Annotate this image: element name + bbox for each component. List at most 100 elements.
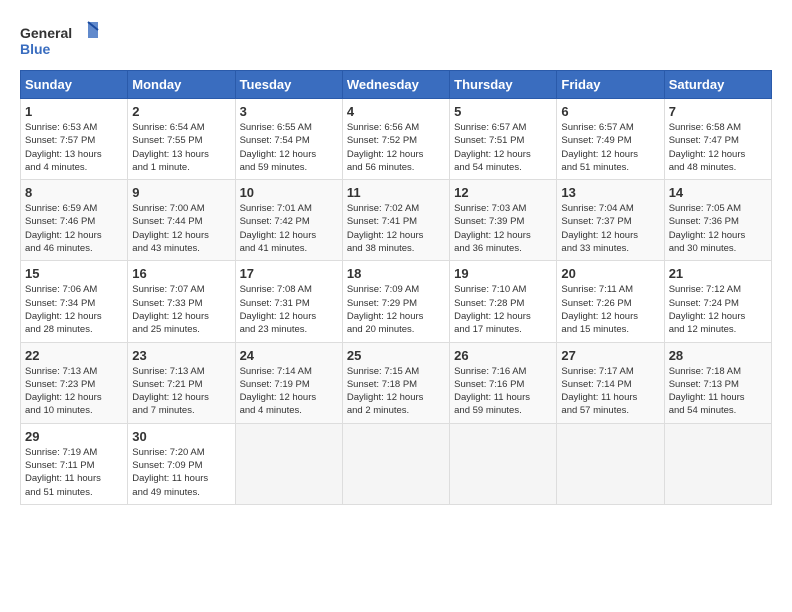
day-info: Sunrise: 7:15 AM Sunset: 7:18 PM Dayligh…: [347, 365, 445, 418]
day-number: 4: [347, 104, 445, 119]
day-info: Sunrise: 6:59 AM Sunset: 7:46 PM Dayligh…: [25, 202, 123, 255]
calendar-cell: 30 Sunrise: 7:20 AM Sunset: 7:09 PM Dayli…: [128, 423, 235, 504]
day-info: Sunrise: 6:55 AM Sunset: 7:54 PM Dayligh…: [240, 121, 338, 174]
day-info: Sunrise: 7:17 AM Sunset: 7:14 PM Dayligh…: [561, 365, 659, 418]
day-info: Sunrise: 7:10 AM Sunset: 7:28 PM Dayligh…: [454, 283, 552, 336]
day-info: Sunrise: 7:19 AM Sunset: 7:11 PM Dayligh…: [25, 446, 123, 499]
calendar-cell: 8 Sunrise: 6:59 AM Sunset: 7:46 PM Daylig…: [21, 180, 128, 261]
calendar-cell: [235, 423, 342, 504]
day-number: 14: [669, 185, 767, 200]
day-number: 3: [240, 104, 338, 119]
calendar-cell: 25 Sunrise: 7:15 AM Sunset: 7:18 PM Dayli…: [342, 342, 449, 423]
calendar-cell: 26 Sunrise: 7:16 AM Sunset: 7:16 PM Dayli…: [450, 342, 557, 423]
calendar-cell: 5Sunrise: 6:57 AM Sunset: 7:51 PM Daylig…: [450, 99, 557, 180]
day-info: Sunrise: 7:00 AM Sunset: 7:44 PM Dayligh…: [132, 202, 230, 255]
calendar-cell: 23 Sunrise: 7:13 AM Sunset: 7:21 PM Dayli…: [128, 342, 235, 423]
day-number: 30: [132, 429, 230, 444]
day-info: Sunrise: 6:53 AM Sunset: 7:57 PM Dayligh…: [25, 121, 123, 174]
calendar-cell: 20Sunrise: 7:11 AM Sunset: 7:26 PM Dayli…: [557, 261, 664, 342]
day-number: 13: [561, 185, 659, 200]
day-number: 8: [25, 185, 123, 200]
calendar-table: SundayMondayTuesdayWednesdayThursdayFrid…: [20, 70, 772, 505]
weekday-header-monday: Monday: [128, 71, 235, 99]
calendar-week-3: 15 Sunrise: 7:06 AM Sunset: 7:34 PM Dayli…: [21, 261, 772, 342]
day-info: Sunrise: 7:18 AM Sunset: 7:13 PM Dayligh…: [669, 365, 767, 418]
calendar-cell: [557, 423, 664, 504]
day-number: 10: [240, 185, 338, 200]
day-info: Sunrise: 7:08 AM Sunset: 7:31 PM Dayligh…: [240, 283, 338, 336]
day-number: 17: [240, 266, 338, 281]
day-number: 25: [347, 348, 445, 363]
day-number: 1: [25, 104, 123, 119]
calendar-cell: 15 Sunrise: 7:06 AM Sunset: 7:34 PM Dayli…: [21, 261, 128, 342]
calendar-cell: 19 Sunrise: 7:10 AM Sunset: 7:28 PM Dayli…: [450, 261, 557, 342]
calendar-cell: 28 Sunrise: 7:18 AM Sunset: 7:13 PM Dayli…: [664, 342, 771, 423]
weekday-header-tuesday: Tuesday: [235, 71, 342, 99]
calendar-week-1: 1 Sunrise: 6:53 AM Sunset: 7:57 PM Daylig…: [21, 99, 772, 180]
day-info: Sunrise: 7:03 AM Sunset: 7:39 PM Dayligh…: [454, 202, 552, 255]
calendar-cell: 21 Sunrise: 7:12 AM Sunset: 7:24 PM Dayli…: [664, 261, 771, 342]
day-info: Sunrise: 7:12 AM Sunset: 7:24 PM Dayligh…: [669, 283, 767, 336]
calendar-cell: 3 Sunrise: 6:55 AM Sunset: 7:54 PM Daylig…: [235, 99, 342, 180]
calendar-cell: 1 Sunrise: 6:53 AM Sunset: 7:57 PM Daylig…: [21, 99, 128, 180]
weekday-header-sunday: Sunday: [21, 71, 128, 99]
calendar-cell: [450, 423, 557, 504]
calendar-cell: 2Sunrise: 6:54 AM Sunset: 7:55 PM Daylig…: [128, 99, 235, 180]
day-info: Sunrise: 6:58 AM Sunset: 7:47 PM Dayligh…: [669, 121, 767, 174]
logo: General Blue: [20, 20, 100, 60]
calendar-cell: 14 Sunrise: 7:05 AM Sunset: 7:36 PM Dayli…: [664, 180, 771, 261]
calendar-cell: 7Sunrise: 6:58 AM Sunset: 7:47 PM Daylig…: [664, 99, 771, 180]
day-number: 28: [669, 348, 767, 363]
day-number: 26: [454, 348, 552, 363]
calendar-cell: 9 Sunrise: 7:00 AM Sunset: 7:44 PM Daylig…: [128, 180, 235, 261]
day-number: 12: [454, 185, 552, 200]
day-info: Sunrise: 7:13 AM Sunset: 7:23 PM Dayligh…: [25, 365, 123, 418]
day-number: 18: [347, 266, 445, 281]
day-info: Sunrise: 7:07 AM Sunset: 7:33 PM Dayligh…: [132, 283, 230, 336]
calendar-cell: 22Sunrise: 7:13 AM Sunset: 7:23 PM Dayli…: [21, 342, 128, 423]
day-number: 5: [454, 104, 552, 119]
day-number: 9: [132, 185, 230, 200]
calendar-cell: 4 Sunrise: 6:56 AM Sunset: 7:52 PM Daylig…: [342, 99, 449, 180]
day-number: 15: [25, 266, 123, 281]
day-info: Sunrise: 7:09 AM Sunset: 7:29 PM Dayligh…: [347, 283, 445, 336]
weekday-header-saturday: Saturday: [664, 71, 771, 99]
weekday-header-thursday: Thursday: [450, 71, 557, 99]
day-number: 23: [132, 348, 230, 363]
calendar-cell: 16 Sunrise: 7:07 AM Sunset: 7:33 PM Dayli…: [128, 261, 235, 342]
day-info: Sunrise: 7:04 AM Sunset: 7:37 PM Dayligh…: [561, 202, 659, 255]
calendar-week-2: 8 Sunrise: 6:59 AM Sunset: 7:46 PM Daylig…: [21, 180, 772, 261]
calendar-cell: 10Sunrise: 7:01 AM Sunset: 7:42 PM Dayli…: [235, 180, 342, 261]
page-header: General Blue: [20, 20, 772, 60]
day-number: 27: [561, 348, 659, 363]
day-number: 29: [25, 429, 123, 444]
day-info: Sunrise: 6:57 AM Sunset: 7:49 PM Dayligh…: [561, 121, 659, 174]
calendar-cell: 27 Sunrise: 7:17 AM Sunset: 7:14 PM Dayli…: [557, 342, 664, 423]
calendar-cell: 6 Sunrise: 6:57 AM Sunset: 7:49 PM Daylig…: [557, 99, 664, 180]
day-info: Sunrise: 7:20 AM Sunset: 7:09 PM Dayligh…: [132, 446, 230, 499]
calendar-cell: 17 Sunrise: 7:08 AM Sunset: 7:31 PM Dayli…: [235, 261, 342, 342]
weekday-header-wednesday: Wednesday: [342, 71, 449, 99]
day-info: Sunrise: 7:06 AM Sunset: 7:34 PM Dayligh…: [25, 283, 123, 336]
day-info: Sunrise: 7:14 AM Sunset: 7:19 PM Dayligh…: [240, 365, 338, 418]
day-info: Sunrise: 7:02 AM Sunset: 7:41 PM Dayligh…: [347, 202, 445, 255]
calendar-cell: [342, 423, 449, 504]
calendar-week-5: 29 Sunrise: 7:19 AM Sunset: 7:11 PM Dayli…: [21, 423, 772, 504]
day-number: 19: [454, 266, 552, 281]
weekday-header-friday: Friday: [557, 71, 664, 99]
day-number: 16: [132, 266, 230, 281]
svg-text:General: General: [20, 25, 72, 41]
day-info: Sunrise: 7:16 AM Sunset: 7:16 PM Dayligh…: [454, 365, 552, 418]
calendar-cell: 29 Sunrise: 7:19 AM Sunset: 7:11 PM Dayli…: [21, 423, 128, 504]
day-info: Sunrise: 6:56 AM Sunset: 7:52 PM Dayligh…: [347, 121, 445, 174]
day-number: 11: [347, 185, 445, 200]
day-number: 20: [561, 266, 659, 281]
day-info: Sunrise: 7:05 AM Sunset: 7:36 PM Dayligh…: [669, 202, 767, 255]
day-number: 21: [669, 266, 767, 281]
day-info: Sunrise: 7:13 AM Sunset: 7:21 PM Dayligh…: [132, 365, 230, 418]
day-number: 6: [561, 104, 659, 119]
logo-svg: General Blue: [20, 20, 100, 60]
calendar-cell: 12 Sunrise: 7:03 AM Sunset: 7:39 PM Dayli…: [450, 180, 557, 261]
calendar-cell: 13 Sunrise: 7:04 AM Sunset: 7:37 PM Dayli…: [557, 180, 664, 261]
calendar-cell: 18 Sunrise: 7:09 AM Sunset: 7:29 PM Dayli…: [342, 261, 449, 342]
